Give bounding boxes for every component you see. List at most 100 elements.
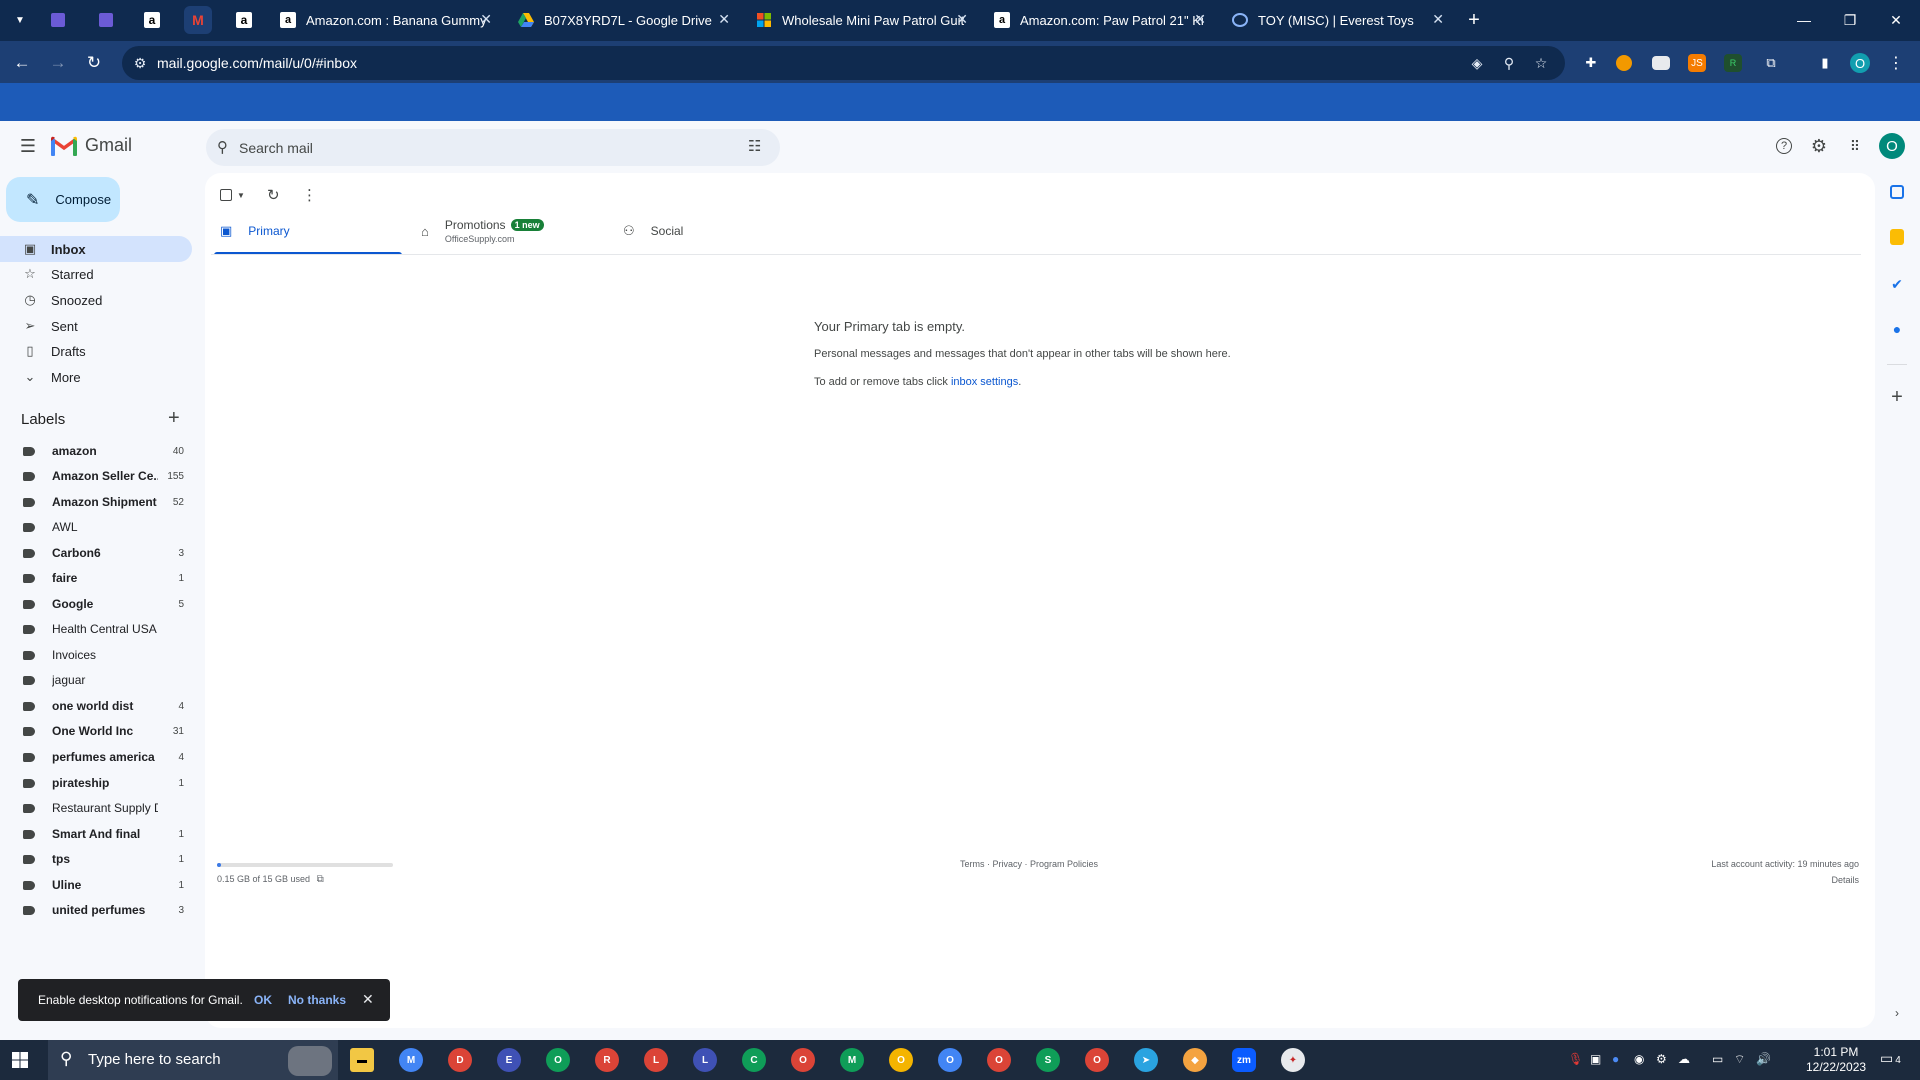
gmail-logo[interactable]: Gmail xyxy=(51,135,132,156)
cloud-tray-icon[interactable]: ☁ xyxy=(1678,1052,1690,1066)
chrome-icon[interactable]: O xyxy=(889,1048,913,1072)
close-icon[interactable]: ✕ xyxy=(1432,11,1444,28)
pinned-tab-5[interactable]: a xyxy=(230,6,258,34)
support-button[interactable]: ? xyxy=(1764,126,1804,166)
inbox-settings-link[interactable]: inbox settings xyxy=(951,376,1018,388)
details-link[interactable]: Details xyxy=(1689,875,1859,885)
get-addons-button[interactable]: + xyxy=(1887,386,1907,408)
taskbar-clock[interactable]: 1:01 PM 12/22/2023 xyxy=(1806,1045,1866,1075)
taskbar-search[interactable]: ⚲ Type here to search xyxy=(48,1040,338,1080)
tasks-icon[interactable]: ✔ xyxy=(1887,274,1907,294)
label-item[interactable]: One World Inc 31 xyxy=(0,719,192,743)
chrome-icon[interactable]: O xyxy=(938,1048,962,1072)
label-item[interactable]: perfumes america 4 xyxy=(0,745,192,769)
no-thanks-button[interactable]: No thanks xyxy=(288,993,346,1007)
chrome-icon[interactable]: M xyxy=(399,1048,423,1072)
label-item[interactable]: amazon 40 xyxy=(0,439,192,463)
calendar-icon[interactable] xyxy=(1890,185,1904,199)
extension-icon[interactable] xyxy=(1616,55,1632,71)
chrome-icon[interactable]: D xyxy=(448,1048,472,1072)
new-tab-button[interactable]: + xyxy=(1460,6,1488,34)
tab-primary[interactable]: ▣ Primary xyxy=(214,207,408,255)
chrome-icon[interactable]: L xyxy=(644,1048,668,1072)
tab-search-button[interactable]: ▼ xyxy=(6,6,34,34)
chrome-icon[interactable]: S xyxy=(1036,1048,1060,1072)
select-all-checkbox[interactable]: ▼ xyxy=(220,185,245,205)
close-window-button[interactable]: ✕ xyxy=(1873,0,1919,40)
extension-icon[interactable]: R xyxy=(1724,54,1742,72)
compose-button[interactable]: ✎ Compose xyxy=(6,177,120,222)
chrome-tray-icon[interactable]: ◉ xyxy=(1634,1052,1644,1066)
tab-promotions[interactable]: ⌂ Promotions 1 new OfficeSupply.com xyxy=(421,207,611,255)
chrome-icon[interactable]: C xyxy=(742,1048,766,1072)
nav-item-snoozed[interactable]: ◷ Snoozed xyxy=(0,287,192,313)
ok-button[interactable]: OK xyxy=(254,993,272,1007)
label-item[interactable]: Invoices xyxy=(0,643,192,667)
label-item[interactable]: tps 1 xyxy=(0,847,192,871)
nav-item-inbox[interactable]: ▣ Inbox xyxy=(0,236,192,262)
telegram-icon[interactable]: ➤ xyxy=(1134,1048,1158,1072)
account-avatar[interactable]: O xyxy=(1879,133,1905,159)
main-menu-button[interactable]: ☰ xyxy=(8,126,48,166)
tab-social[interactable]: ⚇ Social xyxy=(623,207,813,255)
volume-icon[interactable]: 🔊 xyxy=(1756,1052,1771,1066)
zoom-tray-icon[interactable]: ● xyxy=(1612,1052,1619,1066)
back-button[interactable]: ← xyxy=(8,49,36,77)
privacy-link[interactable]: Privacy xyxy=(993,859,1023,869)
translate-icon[interactable]: ◈ xyxy=(1467,53,1487,73)
kebab-menu-icon[interactable]: ⋮ xyxy=(1885,52,1907,74)
label-item[interactable]: Amazon Seller Ce... 155 xyxy=(0,464,192,488)
file-explorer-icon[interactable]: ▬ xyxy=(350,1048,374,1072)
hide-panel-button[interactable]: › xyxy=(1887,1003,1907,1023)
contacts-icon[interactable]: ● xyxy=(1887,319,1907,339)
pinned-tab-1[interactable] xyxy=(44,6,72,34)
nav-item-starred[interactable]: ☆ Starred xyxy=(0,261,192,287)
chrome-icon[interactable]: L xyxy=(693,1048,717,1072)
chrome-icon[interactable]: O xyxy=(546,1048,570,1072)
nav-item-drafts[interactable]: ▯ Drafts xyxy=(0,338,192,364)
browser-tab[interactable]: TOY (MISC) | Everest Toys ✕ xyxy=(1220,6,1454,34)
extension-icon[interactable] xyxy=(1652,56,1670,70)
label-item[interactable]: Carbon6 3 xyxy=(0,541,192,565)
search-icon[interactable]: ⚲ xyxy=(217,138,228,156)
terms-link[interactable]: Terms xyxy=(960,859,985,869)
chrome-icon[interactable]: R xyxy=(595,1048,619,1072)
restore-button[interactable]: ❐ xyxy=(1827,0,1873,40)
more-actions-button[interactable]: ⋮ xyxy=(302,185,317,205)
label-item[interactable]: jaguar xyxy=(0,668,192,692)
forward-button[interactable]: → xyxy=(44,49,72,77)
chrome-icon[interactable]: O xyxy=(987,1048,1011,1072)
chrome-icon[interactable]: E xyxy=(497,1048,521,1072)
chrome-icon[interactable]: M xyxy=(840,1048,864,1072)
close-icon[interactable]: ✕ xyxy=(956,11,968,28)
label-item[interactable]: faire 1 xyxy=(0,566,192,590)
zoom-app-icon[interactable]: zm xyxy=(1232,1048,1256,1072)
search-input[interactable]: Search mail xyxy=(239,140,313,156)
minimize-button[interactable]: — xyxy=(1781,0,1827,40)
label-item[interactable]: Google 5 xyxy=(0,592,192,616)
app-icon[interactable]: ✦ xyxy=(1281,1048,1305,1072)
chrome-icon[interactable]: O xyxy=(1085,1048,1109,1072)
reload-button[interactable]: ↻ xyxy=(80,49,108,77)
nav-item-sent[interactable]: ➢ Sent xyxy=(0,313,192,339)
label-item[interactable]: one world dist 4 xyxy=(0,694,192,718)
nav-item-more[interactable]: ⌄ More xyxy=(0,364,192,390)
settings-button[interactable]: ⚙ xyxy=(1799,126,1839,166)
profile-avatar[interactable]: O xyxy=(1850,53,1870,73)
close-icon[interactable]: ✕ xyxy=(362,991,374,1008)
label-item[interactable]: Uline 1 xyxy=(0,873,192,897)
wifi-icon[interactable]: ⌔ xyxy=(1734,1052,1745,1067)
external-link-icon[interactable]: ⧉ xyxy=(317,874,324,885)
create-label-button[interactable]: + xyxy=(168,407,180,430)
browser-tab[interactable]: a Amazon.com : Banana Gummy ✕ xyxy=(268,6,502,34)
program-policies-link[interactable]: Program Policies xyxy=(1030,859,1098,869)
browser-tab[interactable]: Wholesale Mini Paw Patrol Guit ✕ xyxy=(744,6,978,34)
keep-icon[interactable] xyxy=(1890,229,1904,245)
search-bar[interactable]: ⚲ Search mail ☷ xyxy=(206,129,780,166)
label-item[interactable]: AWL xyxy=(0,515,192,539)
close-icon[interactable]: ✕ xyxy=(1194,11,1206,28)
pinned-tab-2[interactable] xyxy=(92,6,120,34)
puzzle-icon[interactable]: ⧉ xyxy=(1760,52,1782,74)
refresh-button[interactable]: ↻ xyxy=(267,185,280,205)
site-info-icon[interactable]: ⚙ xyxy=(130,53,150,73)
